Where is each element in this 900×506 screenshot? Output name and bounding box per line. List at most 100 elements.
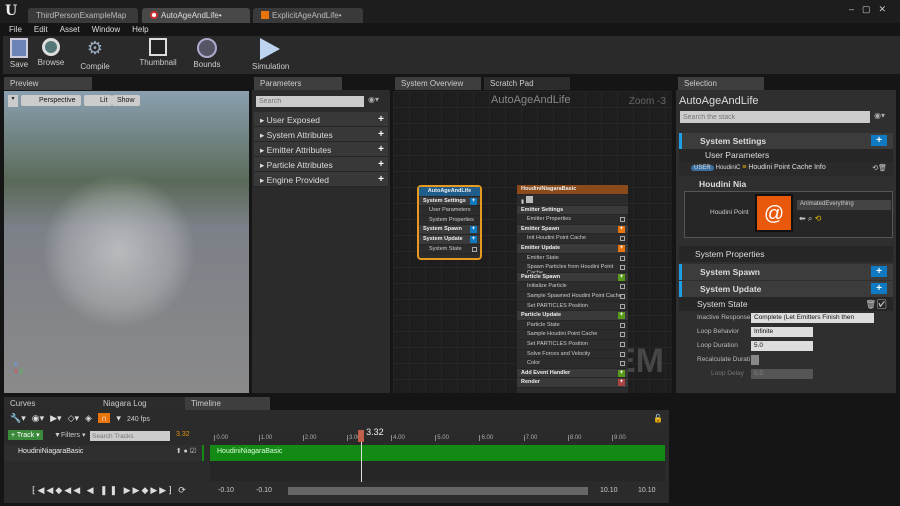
node-row[interactable]: System Settings + [419, 196, 480, 207]
add-button[interactable]: + [871, 283, 887, 294]
tab-scratch-pad[interactable]: Scratch Pad [484, 77, 570, 90]
tab-system-overview[interactable]: System Overview [395, 77, 481, 90]
system-state-row[interactable]: System State 🗑☑ [679, 297, 893, 311]
filters-button[interactable]: ▼Filters ▾ [54, 431, 85, 439]
add-button[interactable]: + [871, 135, 887, 146]
add-track-button[interactable]: + Track ▾ [8, 430, 43, 440]
view-start[interactable]: -0.10 [256, 487, 272, 494]
node-row[interactable]: Set PARTICLES Position [517, 340, 628, 350]
range-start[interactable]: -0.10 [218, 487, 234, 494]
add-icon[interactable]: + [470, 235, 477, 243]
loop-delay-input[interactable]: 0.0 [751, 369, 813, 379]
add-icon[interactable]: + [470, 197, 477, 205]
range-end[interactable]: 10.10 [638, 487, 656, 494]
thumbnail-button[interactable]: Thumbnail [138, 38, 178, 67]
node-row[interactable]: Sample Houdini Point Cache [517, 330, 628, 340]
param-system-attributes[interactable]: ▸ System Attributes + [254, 127, 388, 142]
tab-parameters[interactable]: Parameters [254, 77, 342, 90]
window-controls[interactable]: –▢✕ [849, 4, 894, 15]
eye-icon[interactable]: ◉▾ [32, 413, 44, 424]
add-icon[interactable]: + [378, 129, 384, 140]
asset-dropdown[interactable]: AnimatedEverything [797, 200, 891, 210]
view-end[interactable]: 10.10 [600, 487, 618, 494]
node-row[interactable]: Add Event Handler + [517, 368, 628, 379]
checkbox[interactable] [620, 322, 625, 328]
node-row[interactable]: Render + [517, 378, 628, 388]
node-row[interactable]: User Parameters [419, 206, 480, 216]
node-row[interactable]: Emitter State [517, 254, 628, 264]
user-parameters-row[interactable]: User Parameters [679, 149, 893, 162]
save-button[interactable]: Save [8, 38, 30, 69]
add-icon[interactable]: + [378, 159, 384, 170]
tab-map[interactable]: ThirdPersonExampleMap [28, 8, 138, 23]
node-row[interactable]: Emitter Properties [517, 215, 628, 225]
delete-icon[interactable]: 🗑☑ [865, 299, 887, 310]
delete-icon[interactable]: ⟲🗑 [872, 164, 887, 172]
tab-curves[interactable]: Curves [4, 397, 98, 410]
node-row[interactable]: Particle Spawn + [517, 272, 628, 283]
menu-edit[interactable]: Edit [34, 25, 48, 34]
add-icon[interactable]: + [618, 379, 625, 387]
play-icon[interactable]: ▶▾ [50, 413, 61, 424]
checkbox[interactable] [620, 217, 625, 223]
visibility-icon[interactable]: ◉▾ [874, 111, 885, 120]
add-icon[interactable]: + [470, 226, 477, 234]
key-icon[interactable]: ◇▾ [68, 413, 79, 424]
tab-niagara-log[interactable]: Niagara Log [97, 397, 185, 410]
system-node[interactable]: AutoAgeAndLife System Settings + User Par… [417, 185, 482, 260]
menu-window[interactable]: Window [92, 25, 120, 34]
bounds-button[interactable]: Bounds [192, 38, 222, 69]
perspective-button[interactable]: Perspective [21, 95, 81, 106]
checkbox[interactable] [620, 361, 625, 367]
track-bar[interactable]: HoudiniNiagaraBasic [210, 445, 665, 461]
track-controls[interactable]: ⬆ ● ☑ [176, 447, 196, 455]
tab-preview[interactable]: Preview [4, 77, 92, 90]
add-icon[interactable]: + [378, 114, 384, 125]
param-user-exposed[interactable]: ▸ User Exposed + [254, 112, 388, 127]
node-row[interactable]: Set PARTICLES Position [517, 302, 628, 312]
add-icon[interactable]: + [618, 273, 625, 281]
tab-timeline[interactable]: Timeline [185, 397, 270, 410]
tab-selection[interactable]: Selection [678, 77, 764, 90]
menu-file[interactable]: File [9, 25, 22, 34]
node-row[interactable]: Emitter Settings [517, 205, 628, 216]
stack-search-input[interactable] [680, 111, 870, 123]
add-icon[interactable]: + [618, 312, 625, 320]
tab-explicit[interactable]: ExplicitAgeAndLife• [253, 8, 363, 23]
node-row[interactable]: Initialize Particle [517, 282, 628, 292]
param-engine-provided[interactable]: ▸ Engine Provided + [254, 172, 388, 187]
recalculate-checkbox[interactable] [751, 355, 759, 365]
view-options-button[interactable]: ▾ [8, 95, 18, 107]
node-row[interactable]: Spawn Particles from Houdini Point Cache [517, 263, 628, 276]
checkbox[interactable] [620, 351, 625, 357]
menu-help[interactable]: Help [132, 25, 148, 34]
node-row[interactable]: Init Houdini Point Cache [517, 234, 628, 244]
node-row[interactable]: System State [419, 245, 480, 255]
playhead-handle[interactable] [358, 430, 365, 442]
loop-behavior-dropdown[interactable]: Infinite [751, 327, 813, 337]
key-marker-icon[interactable]: ◈ [85, 413, 92, 424]
checkbox[interactable] [620, 236, 625, 242]
add-icon[interactable]: + [378, 174, 384, 185]
range-scrollbar[interactable] [288, 487, 588, 495]
node-row[interactable]: Sample Spawned Houdini Point Cache [517, 292, 628, 302]
checkbox[interactable] [620, 293, 625, 299]
emitter-node[interactable]: HoudiniNiagaraBasic ▮ Emitter Settings Em… [517, 185, 628, 393]
add-icon[interactable]: + [378, 144, 384, 155]
add-button[interactable]: + [871, 266, 887, 277]
checkbox[interactable] [620, 284, 625, 290]
playhead[interactable]: 3.32 [358, 427, 384, 482]
node-row[interactable]: System Update + [419, 234, 480, 245]
browse-button[interactable]: Browse [36, 38, 66, 67]
node-row[interactable]: Emitter Spawn + [517, 224, 628, 235]
fps-dropdown[interactable]: 240 fps [127, 416, 150, 423]
loop-duration-input[interactable]: 5.0 [751, 341, 813, 351]
search-tracks-input[interactable] [90, 431, 170, 441]
show-button[interactable]: Show [112, 95, 140, 106]
node-row[interactable]: System Properties [419, 216, 480, 226]
cache-info-row[interactable]: USER HoudiniC ≡ Houdini Point Cache Info… [679, 162, 893, 176]
system-spawn-header[interactable]: System Spawn + [679, 264, 893, 280]
preview-viewport[interactable]: ▾ Perspective Lit Show zx y [4, 91, 249, 393]
timeline-ruler[interactable]: 0.00 1.00 2.00 3.00 4.00 5.00 6.00 7.00 8.00 9.00 [210, 430, 665, 444]
system-properties-row[interactable]: System Properties [679, 246, 893, 262]
